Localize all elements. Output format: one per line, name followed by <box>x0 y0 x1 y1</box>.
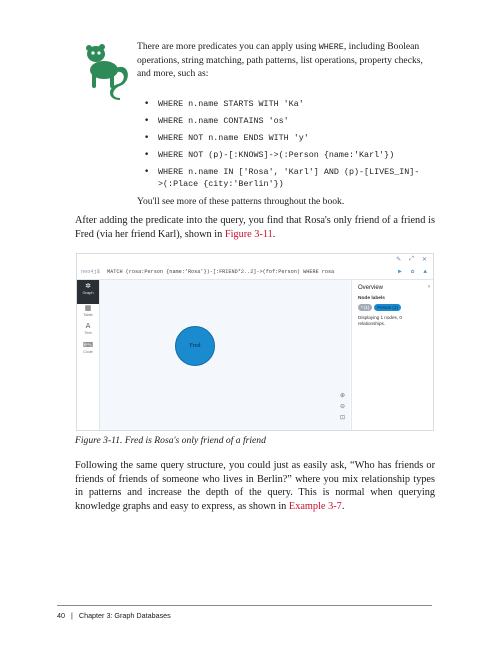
star-icon[interactable]: ✿ <box>411 265 415 279</box>
chevron-right-icon[interactable]: › <box>428 284 430 290</box>
zoom-out-icon[interactable]: ⊖ <box>340 403 345 410</box>
panel-title: Overview <box>358 285 384 291</box>
close-icon[interactable]: ✕ <box>422 256 427 263</box>
neo4j-browser-screenshot: ✎ ⤢ ✕ neo4j$ MATCH (rosa:Person {name:'R… <box>76 253 434 431</box>
fit-icon[interactable]: ⊡ <box>340 414 345 421</box>
note-intro: There are more predicates you can apply … <box>137 41 423 79</box>
book-page: There are more predicates you can apply … <box>0 0 504 662</box>
page-number: 40 <box>57 611 65 620</box>
view-graph[interactable]: ✲ Graph <box>77 280 99 304</box>
view-switcher: ✲ Graph ▦ Table A Text ⌨ Code <box>77 280 100 430</box>
graph-canvas[interactable] <box>100 280 350 430</box>
predicate-example: WHERE n.name CONTAINS 'os' <box>144 115 435 127</box>
view-code[interactable]: ⌨ Code <box>77 341 99 354</box>
zoom-controls: ⊕ ⊖ ⊡ <box>340 392 345 421</box>
query-bar[interactable]: neo4j$ MATCH (rosa:Person {name:'Rosa'})… <box>77 265 433 280</box>
label-pill-person[interactable]: Person (1) <box>374 304 401 311</box>
figure-reference-link[interactable]: Figure 3-11 <box>225 229 273 240</box>
frame-controls: ✎ ⤢ ✕ <box>396 256 427 263</box>
predicate-example: WHERE n.name STARTS WITH 'Ka' <box>144 98 435 110</box>
display-status: Displaying 1 nodes, 0 relationships. <box>358 315 402 326</box>
predicate-example: WHERE NOT n.name ENDS WITH 'y' <box>144 132 435 144</box>
query-actions: ▶ ✿ ▲ <box>398 265 427 279</box>
label-pills: * (1) Person (1) <box>358 304 401 311</box>
query-prompt: neo4j$ <box>81 269 100 275</box>
chapter-title: Chapter 3: Graph Databases <box>78 611 171 620</box>
text-icon: A <box>85 322 91 330</box>
example-reference-link[interactable]: Example 3-7 <box>289 501 342 512</box>
footer-divider <box>57 605 432 606</box>
paragraph-fof-result: After adding the predicate into the quer… <box>75 215 435 240</box>
predicate-example: WHERE n.name IN ['Rosa', 'Karl'] AND (p)… <box>144 166 435 190</box>
table-icon: ▦ <box>84 304 92 312</box>
note-closing: You'll see more of these patterns throug… <box>137 196 345 207</box>
predicate-example: WHERE NOT (p)-[:KNOWS]->(:Person {name:'… <box>144 149 435 161</box>
predicate-examples-list: WHERE n.name STARTS WITH 'Ka' WHERE n.na… <box>144 98 435 195</box>
overview-panel: Overview › Node labels * (1) Person (1) … <box>351 280 433 430</box>
play-icon[interactable]: ▶ <box>398 265 402 279</box>
collapse-icon[interactable]: ▲ <box>423 265 427 279</box>
label-pill-all[interactable]: * (1) <box>358 304 373 311</box>
node-labels-heading: Node labels <box>358 296 385 301</box>
query-text[interactable]: MATCH (rosa:Person {name:'Rosa'})-[:FRIE… <box>107 265 335 279</box>
figure-caption: Figure 3-11. Fred is Rosa's only friend … <box>75 435 266 446</box>
graph-icon: ✲ <box>85 282 91 290</box>
note-animal-icon <box>86 44 128 100</box>
page-footer: 40 | Chapter 3: Graph Databases <box>57 611 171 620</box>
paragraph-berlin-query: Following the same query structure, you … <box>75 460 435 512</box>
expand-icon[interactable]: ⤢ <box>409 256 414 263</box>
graph-node-fred[interactable]: Fred <box>175 326 215 366</box>
view-text[interactable]: A Text <box>77 322 99 335</box>
code-icon: ⌨ <box>82 341 94 349</box>
view-table[interactable]: ▦ Table <box>77 304 99 317</box>
zoom-in-icon[interactable]: ⊕ <box>340 392 345 399</box>
pin-icon[interactable]: ✎ <box>396 256 401 263</box>
